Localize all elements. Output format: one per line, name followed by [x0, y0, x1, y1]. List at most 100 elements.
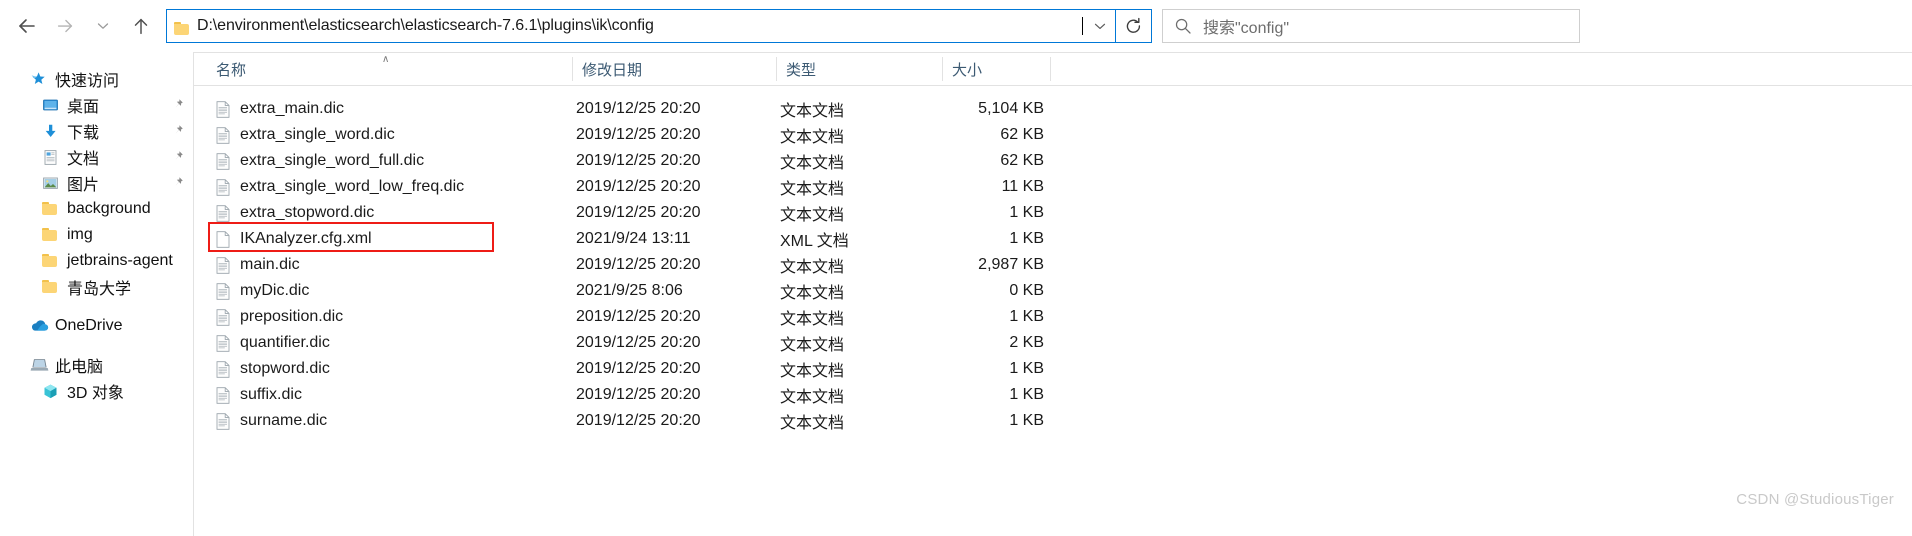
3d-objects-icon	[42, 383, 59, 400]
column-header-date[interactable]: 修改日期	[572, 53, 776, 85]
chevron-down-icon	[1094, 23, 1106, 29]
sidebar-item-文档[interactable]: 文档	[0, 144, 194, 170]
desktop-icon	[42, 97, 59, 114]
up-one-level-button[interactable]	[122, 7, 160, 45]
file-type-cell: 文本文档	[780, 337, 845, 354]
sidebar-item-OneDrive[interactable]: OneDrive	[0, 313, 194, 339]
watermark-text: CSDN @StudiousTiger	[1736, 491, 1894, 508]
file-date-cell: 2021/9/25 8:06	[576, 282, 683, 299]
table-row[interactable]: main.dic 2019/12/25 20:20 文本文档 2,987 KB	[194, 252, 1912, 278]
table-row[interactable]: surname.dic 2019/12/25 20:20 文本文档 1 KB	[194, 408, 1912, 434]
refresh-icon	[1126, 17, 1141, 33]
address-bar[interactable]: D:\environment\elasticsearch\elasticsear…	[166, 9, 1116, 43]
file-size-cell: 11 KB	[1001, 178, 1044, 195]
table-row[interactable]: extra_stopword.dic 2019/12/25 20:20 文本文档 1 …	[194, 200, 1912, 226]
file-name-cell[interactable]: main.dic	[216, 256, 300, 274]
file-size-cell: 1 KB	[1009, 412, 1044, 429]
documents-icon	[42, 149, 59, 166]
file-date-cell: 2019/12/25 20:20	[576, 308, 701, 325]
file-name-cell[interactable]: surname.dic	[216, 412, 327, 430]
navigation-pane[interactable]: 快速访问 桌面下载文档 图片 background img jetbrains-agent…	[0, 52, 194, 536]
file-name-cell[interactable]: suffix.dic	[216, 386, 302, 404]
file-type-cell: 文本文档	[780, 311, 845, 328]
table-row[interactable]: quantifier.dic 2019/12/25 20:20 文本文档 2 KB	[194, 330, 1912, 356]
sidebar-item-background[interactable]: background	[0, 196, 194, 222]
file-name-cell[interactable]: myDic.dic	[216, 282, 309, 300]
file-type-cell: 文本文档	[780, 363, 845, 380]
sidebar-item-快速访问[interactable]: 快速访问	[0, 66, 194, 92]
sidebar-item-青岛大学[interactable]: 青岛大学	[0, 274, 194, 300]
text-file-icon	[216, 412, 230, 430]
file-size-cell: 1 KB	[1009, 230, 1044, 247]
file-date-cell: 2019/12/25 20:20	[576, 334, 701, 351]
sidebar-item-图片[interactable]: 图片	[0, 170, 194, 196]
sidebar-item-img[interactable]: img	[0, 222, 194, 248]
file-type-cell: 文本文档	[780, 285, 845, 302]
table-row[interactable]: extra_single_word_low_freq.dic 2019/12/25…	[194, 174, 1912, 200]
sidebar-item-jetbrains-agent[interactable]: jetbrains-agent	[0, 248, 194, 274]
column-header-size[interactable]: 大小	[942, 53, 1050, 85]
address-dropdown-button[interactable]	[1085, 10, 1115, 42]
file-type-cell: 文本文档	[780, 259, 845, 276]
file-name-cell[interactable]: preposition.dic	[216, 308, 343, 326]
file-name-cell[interactable]: extra_stopword.dic	[216, 204, 374, 222]
file-rows: extra_main.dic 2019/12/25 20:20 文本文档 5,104 …	[194, 86, 1912, 434]
file-type-cell: 文本文档	[780, 181, 845, 198]
table-row[interactable]: extra_single_word.dic 2019/12/25 20:20 文本文…	[194, 122, 1912, 148]
sidebar-item-label: 青岛大学	[67, 281, 132, 298]
file-size-cell: 2,987 KB	[978, 256, 1044, 273]
column-divider-size[interactable]	[1050, 57, 1051, 81]
file-size-cell: 62 KB	[1000, 152, 1044, 169]
address-path-text[interactable]: D:\environment\elasticsearch\elasticsear…	[197, 17, 1082, 35]
text-cursor	[1082, 17, 1083, 35]
table-row[interactable]: IKAnalyzer.cfg.xml 2021/9/24 13:11 XML 文档 1…	[194, 226, 1912, 252]
table-row[interactable]: suffix.dic 2019/12/25 20:20 文本文档 1 KB	[194, 382, 1912, 408]
this-pc-icon	[30, 357, 49, 374]
pin-icon[interactable]	[171, 176, 184, 189]
file-list-pane[interactable]: 名称 ∧ 修改日期 类型 大小 extra_main.dic 2019/12/25…	[194, 52, 1912, 536]
pin-icon[interactable]	[171, 124, 184, 137]
file-name-cell[interactable]: stopword.dic	[216, 360, 330, 378]
table-row[interactable]: preposition.dic 2019/12/25 20:20 文本文档 1 KB	[194, 304, 1912, 330]
table-row[interactable]: extra_main.dic 2019/12/25 20:20 文本文档 5,104 …	[194, 96, 1912, 122]
sidebar-item-桌面[interactable]: 桌面	[0, 92, 194, 118]
file-name-text: surname.dic	[240, 412, 328, 429]
table-row[interactable]: stopword.dic 2019/12/25 20:20 文本文档 1 KB	[194, 356, 1912, 382]
refresh-button[interactable]	[1116, 9, 1152, 43]
sidebar-item-此电脑[interactable]: 此电脑	[0, 352, 194, 378]
file-type-cell: 文本文档	[780, 129, 845, 146]
file-size-cell: 2 KB	[1009, 334, 1044, 351]
file-date-cell: 2021/9/24 13:11	[576, 230, 691, 247]
back-button[interactable]	[8, 7, 46, 45]
file-name-cell[interactable]: extra_single_word.dic	[216, 126, 395, 144]
pin-icon[interactable]	[171, 98, 184, 111]
file-explorer-window: D:\environment\elasticsearch\elasticsear…	[0, 0, 1912, 536]
sidebar-item-下载[interactable]: 下载	[0, 118, 194, 144]
search-input[interactable]: 搜索"config"	[1162, 9, 1580, 43]
file-name-cell[interactable]: extra_single_word_full.dic	[216, 152, 424, 170]
column-header-type[interactable]: 类型	[776, 53, 942, 85]
file-type-cell: 文本文档	[780, 389, 845, 406]
file-name-text: IKAnalyzer.cfg.xml	[240, 230, 372, 247]
sidebar-item-label: 下载	[67, 125, 100, 142]
file-type-cell: 文本文档	[780, 155, 845, 172]
star-icon	[30, 71, 47, 88]
text-file-icon	[216, 204, 230, 222]
recent-locations-button[interactable]	[84, 7, 122, 45]
forward-button[interactable]	[46, 7, 84, 45]
pin-icon[interactable]	[171, 150, 184, 163]
onedrive-icon	[30, 318, 49, 335]
table-row[interactable]: myDic.dic 2021/9/25 8:06 文本文档 0 KB	[194, 278, 1912, 304]
file-name-cell[interactable]: quantifier.dic	[216, 334, 330, 352]
file-name-cell[interactable]: IKAnalyzer.cfg.xml	[216, 230, 372, 248]
table-row[interactable]: extra_single_word_full.dic 2019/12/25 20:…	[194, 148, 1912, 174]
sidebar-item-label: 3D 对象	[67, 385, 124, 402]
file-date-cell: 2019/12/25 20:20	[576, 100, 701, 117]
file-name-cell[interactable]: extra_single_word_low_freq.dic	[216, 178, 464, 196]
text-file-icon	[216, 100, 230, 118]
file-name-cell[interactable]: extra_main.dic	[216, 100, 344, 118]
file-name-text: suffix.dic	[240, 386, 302, 403]
sidebar-item-3D 对象[interactable]: 3D 对象	[0, 378, 194, 404]
tree-group-spacer	[0, 300, 194, 313]
file-name-text: stopword.dic	[240, 360, 330, 377]
